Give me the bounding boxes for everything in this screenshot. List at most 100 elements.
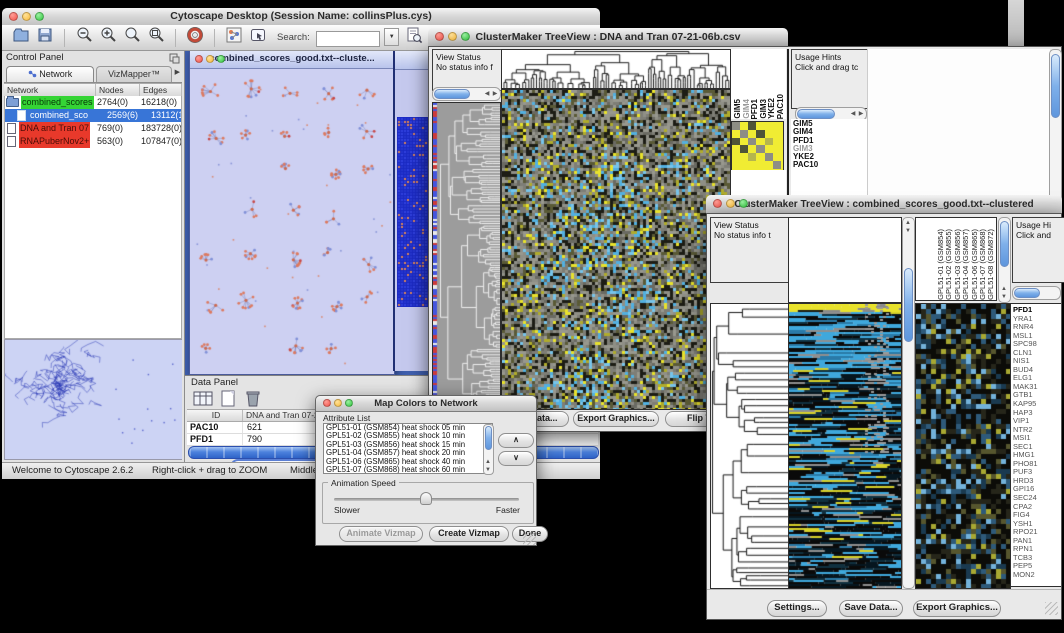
gene-label[interactable]: FIG4 bbox=[1013, 511, 1061, 520]
gene-label[interactable]: VIP1 bbox=[1013, 417, 1061, 426]
matrix-cell[interactable] bbox=[765, 153, 773, 161]
gene-label[interactable]: NTR2 bbox=[1013, 426, 1061, 435]
zoom-icon[interactable] bbox=[461, 32, 470, 41]
matrix-cell[interactable] bbox=[773, 138, 781, 146]
matrix-cell[interactable] bbox=[740, 161, 748, 169]
network-overview-canvas[interactable] bbox=[5, 340, 182, 459]
attribute-list-item[interactable]: GPL51-03 (GSM856) heat shock 15 min bbox=[324, 441, 492, 449]
matrix-cell[interactable] bbox=[773, 153, 781, 161]
matrix-cell[interactable] bbox=[773, 130, 781, 138]
matrix-cell[interactable] bbox=[748, 145, 756, 153]
gene-label[interactable]: KAP95 bbox=[1013, 400, 1061, 409]
attribute-list-item[interactable]: GPL51-04 (GSM857) heat shock 20 min bbox=[324, 449, 492, 457]
zoom-v-scrollbar[interactable]: ▲▼ bbox=[998, 217, 1011, 303]
zoom-heatmap-matrix[interactable] bbox=[731, 121, 784, 171]
treeview1-titlebar[interactable]: ClusterMaker TreeView : DNA and Tran 07-… bbox=[428, 28, 788, 47]
tab-overflow-arrow-icon[interactable]: ▶ bbox=[175, 68, 180, 76]
gene-label[interactable]: MON2 bbox=[1013, 571, 1061, 580]
zoom-icon[interactable] bbox=[35, 12, 44, 21]
minimize-icon[interactable] bbox=[448, 32, 457, 41]
minimize-icon[interactable] bbox=[334, 399, 342, 407]
gene-label[interactable]: SEC1 bbox=[1013, 443, 1061, 452]
gene-label[interactable]: RPN1 bbox=[1013, 545, 1061, 554]
matrix-cell[interactable] bbox=[756, 145, 764, 153]
global-heatmap[interactable] bbox=[501, 89, 731, 410]
gene-label[interactable]: PHO81 bbox=[1013, 460, 1061, 469]
matrix-cell[interactable] bbox=[748, 161, 756, 169]
matrix-cell[interactable] bbox=[765, 130, 773, 138]
matrix-cell[interactable] bbox=[748, 138, 756, 146]
network-overview-panel[interactable] bbox=[4, 339, 182, 460]
zoom-heatmap[interactable] bbox=[915, 303, 1011, 589]
close-icon[interactable] bbox=[713, 199, 722, 208]
matrix-cell[interactable] bbox=[748, 153, 756, 161]
gene-label[interactable]: YRA1 bbox=[1013, 315, 1061, 324]
zoom-out-icon[interactable] bbox=[75, 26, 93, 49]
dense-network-canvas[interactable] bbox=[397, 117, 430, 307]
matrix-cell[interactable] bbox=[765, 161, 773, 169]
matrix-cell[interactable] bbox=[740, 122, 748, 130]
search-input[interactable] bbox=[316, 31, 380, 47]
gene-label[interactable]: MAK31 bbox=[1013, 383, 1061, 392]
matrix-cell[interactable] bbox=[748, 122, 756, 130]
matrix-cell[interactable] bbox=[740, 145, 748, 153]
cytoscape-titlebar[interactable]: Cytoscape Desktop (Session Name: collins… bbox=[2, 8, 600, 26]
matrix-cell[interactable] bbox=[773, 161, 781, 169]
h-scrollbar[interactable]: ◀▶ bbox=[432, 87, 501, 101]
gene-label[interactable]: CLN1 bbox=[1013, 349, 1061, 358]
global-heatmap[interactable] bbox=[788, 303, 902, 589]
gene-label[interactable]: RNR4 bbox=[1013, 323, 1061, 332]
main-v-scrollbar[interactable]: ▲▼ bbox=[902, 217, 915, 589]
gene-label[interactable]: CPA2 bbox=[1013, 503, 1061, 512]
gene-label[interactable]: PAN1 bbox=[1013, 537, 1061, 546]
dialog-titlebar[interactable]: Map Colors to Network bbox=[316, 396, 536, 412]
window-controls[interactable] bbox=[9, 12, 44, 21]
matrix-cell[interactable] bbox=[765, 138, 773, 146]
matrix-cell[interactable] bbox=[756, 122, 764, 130]
gene-label[interactable]: HRD3 bbox=[1013, 477, 1061, 486]
gene-label[interactable]: GPI16 bbox=[1013, 485, 1061, 494]
attribute-list-item[interactable]: GPL51-01 (GSM854) heat shock 05 min bbox=[324, 424, 492, 432]
gene-label[interactable]: PEP5 bbox=[1013, 562, 1061, 571]
zoom-h-scrollbar[interactable] bbox=[1012, 286, 1061, 300]
save-data-button[interactable]: Save Data... bbox=[839, 600, 903, 617]
matrix-cell[interactable] bbox=[756, 161, 764, 169]
gene-label[interactable]: TCB3 bbox=[1013, 554, 1061, 563]
help-icon[interactable] bbox=[186, 26, 204, 49]
attribute-list-item[interactable]: GPL51-02 (GSM855) heat shock 10 min bbox=[324, 432, 492, 440]
matrix-cell[interactable] bbox=[748, 130, 756, 138]
zoom-icon[interactable] bbox=[345, 399, 353, 407]
treeview2-titlebar[interactable]: ClusterMaker TreeView : combined_scores_… bbox=[706, 195, 1062, 214]
close-icon[interactable] bbox=[9, 12, 18, 21]
network-row[interactable]: combined_scores2764(0)16218(0) bbox=[5, 96, 181, 109]
network-row[interactable]: combined_sco2569(6)13112(15) bbox=[5, 109, 181, 122]
column-dendrogram-panel[interactable] bbox=[788, 217, 902, 303]
network-canvas[interactable] bbox=[190, 69, 392, 372]
save-icon[interactable] bbox=[36, 26, 54, 49]
matrix-cell[interactable] bbox=[756, 130, 764, 138]
gene-label[interactable]: MSL1 bbox=[1013, 332, 1061, 341]
list-scrollbar[interactable]: ▲▼ bbox=[483, 424, 494, 475]
attribute-list[interactable]: GPL51-01 (GSM854) heat shock 05 minGPL51… bbox=[323, 423, 493, 474]
minimize-icon[interactable] bbox=[22, 12, 31, 21]
zoom-icon[interactable] bbox=[739, 199, 748, 208]
gene-label[interactable]: SEC24 bbox=[1013, 494, 1061, 503]
gene-label[interactable]: GTB1 bbox=[1013, 391, 1061, 400]
animate-vizmap-button[interactable]: Animate Vizmap bbox=[339, 526, 423, 542]
matrix-cell[interactable] bbox=[740, 130, 748, 138]
network-row[interactable]: RNAPuberNov2+563(0)107847(0) bbox=[5, 135, 181, 148]
minimize-icon[interactable] bbox=[206, 55, 214, 63]
matrix-cell[interactable] bbox=[732, 138, 740, 146]
export-graphics-button[interactable]: Export Graphics... bbox=[913, 600, 1001, 617]
export-graphics-button[interactable]: Export Graphics... bbox=[573, 411, 659, 427]
row-dendrogram[interactable] bbox=[710, 303, 789, 589]
matrix-cell[interactable] bbox=[732, 122, 740, 130]
gene-label[interactable]: ELG1 bbox=[1013, 374, 1061, 383]
matrix-cell[interactable] bbox=[732, 153, 740, 161]
column-dendrogram[interactable] bbox=[501, 49, 731, 89]
speed-slider-thumb[interactable] bbox=[420, 492, 432, 505]
close-icon[interactable] bbox=[323, 399, 331, 407]
matrix-cell[interactable] bbox=[740, 138, 748, 146]
resize-grip[interactable] bbox=[1045, 602, 1058, 615]
move-down-button[interactable]: ∨ bbox=[498, 451, 534, 466]
